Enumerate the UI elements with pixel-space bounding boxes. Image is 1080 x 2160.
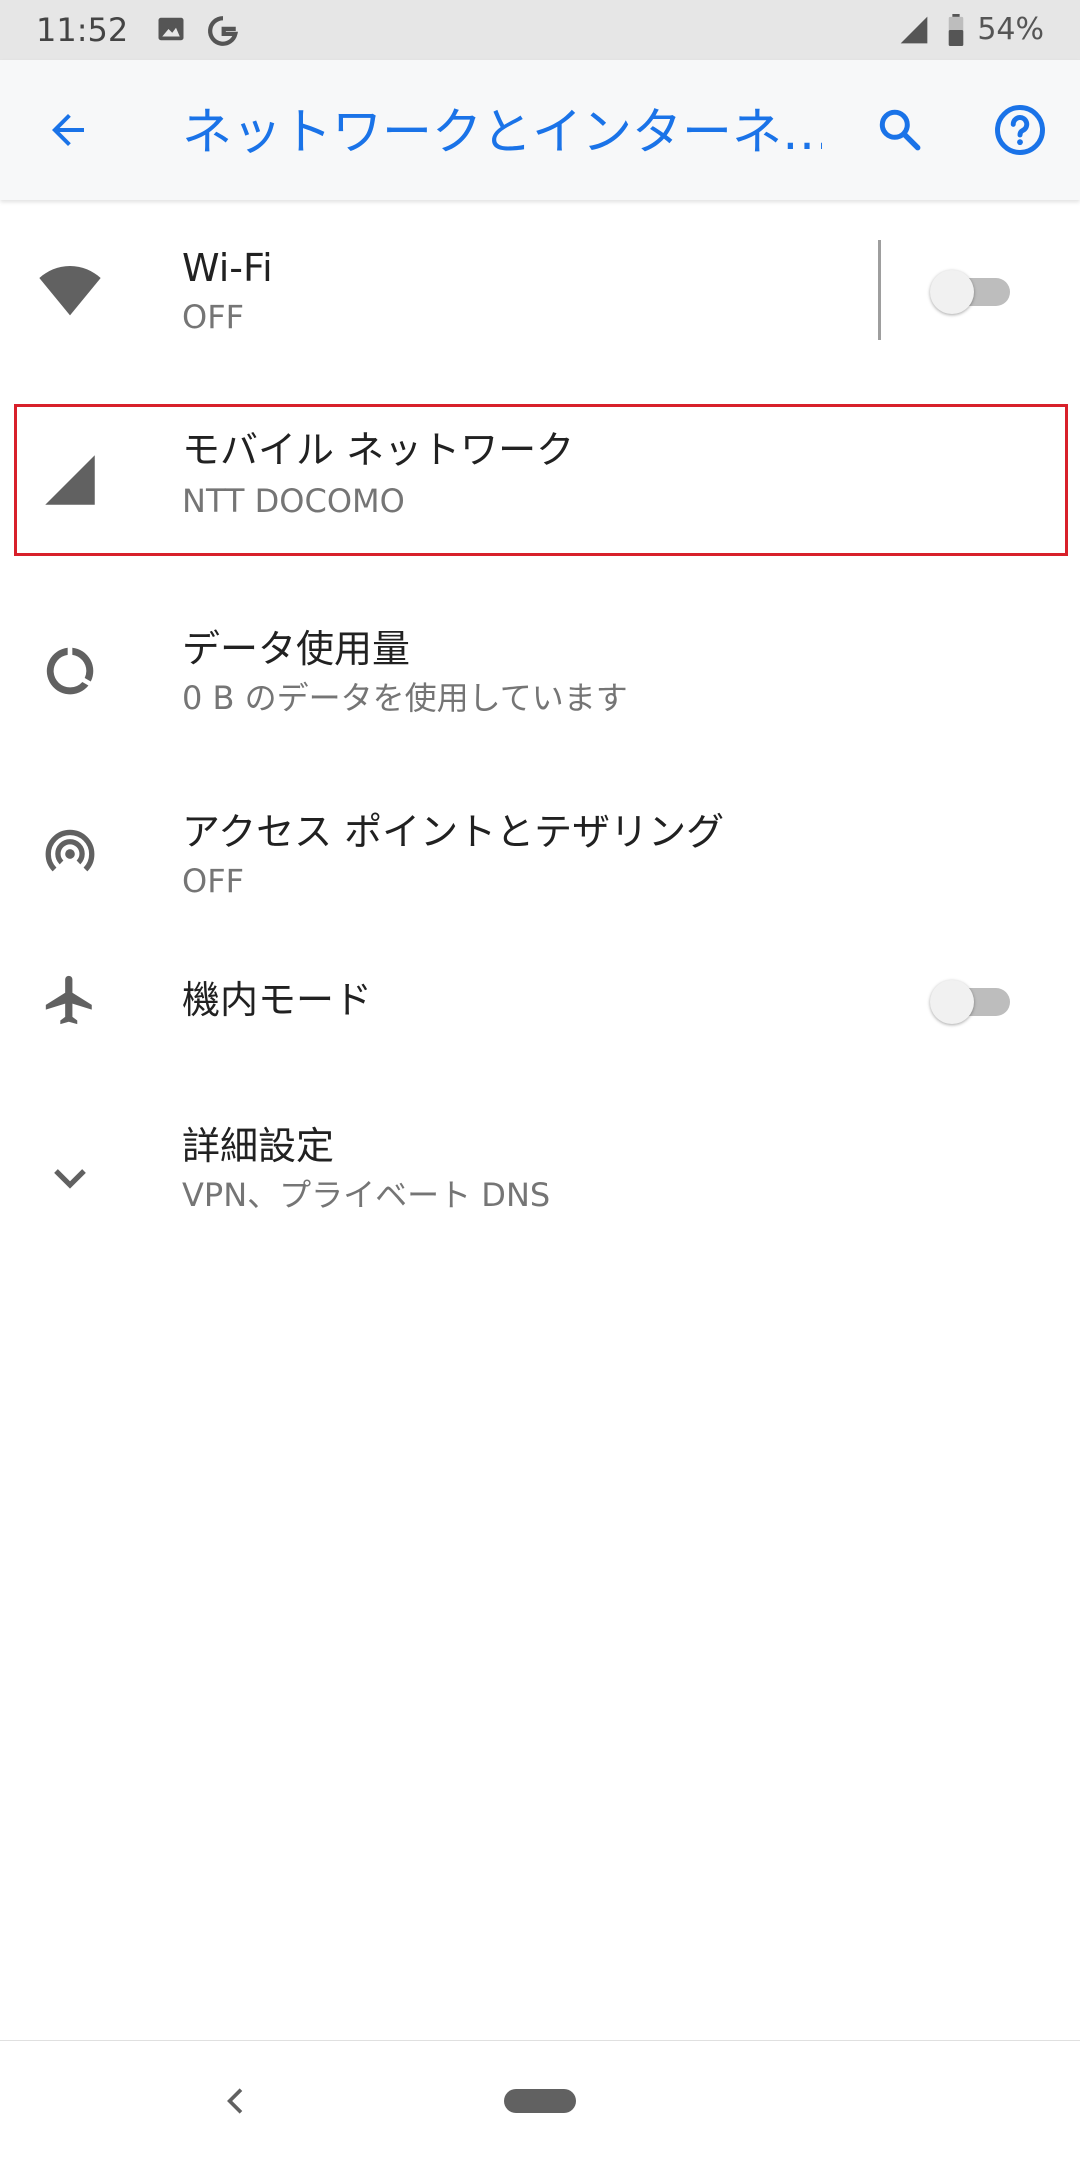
list-item-airplane-mode[interactable]: 機内モード bbox=[0, 920, 1080, 1080]
nav-home-pill[interactable] bbox=[504, 2089, 576, 2113]
back-arrow-icon bbox=[52, 114, 84, 146]
hotspot-icon bbox=[30, 814, 110, 894]
hotspot-title: アクセス ポイントとテザリング bbox=[182, 810, 725, 854]
airplane-mode-title: 機内モード bbox=[182, 978, 373, 1022]
airplane-toggle-thumb bbox=[930, 980, 974, 1024]
help-icon bbox=[995, 105, 1045, 155]
airplane-mode-toggle[interactable] bbox=[930, 970, 1014, 1030]
hotspot-status: OFF bbox=[182, 862, 244, 900]
wifi-divider bbox=[878, 240, 881, 340]
wifi-title: Wi-Fi bbox=[182, 246, 273, 290]
search-icon bbox=[879, 109, 921, 151]
chevron-down-icon bbox=[30, 1138, 110, 1218]
battery-percentage: 54% bbox=[977, 12, 1044, 47]
wifi-icon bbox=[30, 250, 110, 330]
advanced-summary: VPN、プライベート DNS bbox=[182, 1176, 551, 1214]
wifi-status: OFF bbox=[182, 298, 244, 336]
signal-icon bbox=[898, 14, 930, 50]
advanced-title: 詳細設定 bbox=[182, 1124, 335, 1168]
search-button[interactable] bbox=[868, 98, 932, 162]
back-button[interactable] bbox=[36, 98, 100, 162]
navigation-bar bbox=[0, 2040, 1080, 2160]
status-bar: 11:52 54% bbox=[0, 0, 1080, 60]
list-item-data-usage[interactable]: データ使用量 0 B のデータを使用しています bbox=[0, 585, 1080, 765]
image-icon bbox=[156, 14, 186, 48]
app-bar: ネットワークとインターネ… bbox=[0, 60, 1080, 200]
data-usage-icon bbox=[30, 631, 110, 711]
wifi-toggle[interactable] bbox=[930, 260, 1014, 320]
highlight-box bbox=[14, 404, 1068, 556]
list-item-wifi[interactable]: Wi-Fi OFF bbox=[0, 200, 1080, 380]
nav-back-icon bbox=[227, 2088, 243, 2114]
list-item-advanced[interactable]: 詳細設定 VPN、プライベート DNS bbox=[0, 1090, 1080, 1270]
battery-icon bbox=[946, 14, 966, 50]
airplane-icon bbox=[30, 960, 110, 1040]
nav-back-button[interactable] bbox=[212, 2077, 260, 2125]
help-button[interactable] bbox=[988, 98, 1052, 162]
status-time: 11:52 bbox=[36, 11, 129, 49]
page-title: ネットワークとインターネ… bbox=[182, 103, 822, 161]
screen: 11:52 54% ネットワークとインターネ… Wi-Fi OFF モバイル ネ… bbox=[0, 0, 1080, 2160]
data-usage-title: データ使用量 bbox=[182, 627, 411, 671]
data-usage-summary: 0 B のデータを使用しています bbox=[182, 679, 628, 717]
wifi-toggle-thumb bbox=[930, 270, 974, 314]
google-g-icon bbox=[206, 14, 240, 52]
